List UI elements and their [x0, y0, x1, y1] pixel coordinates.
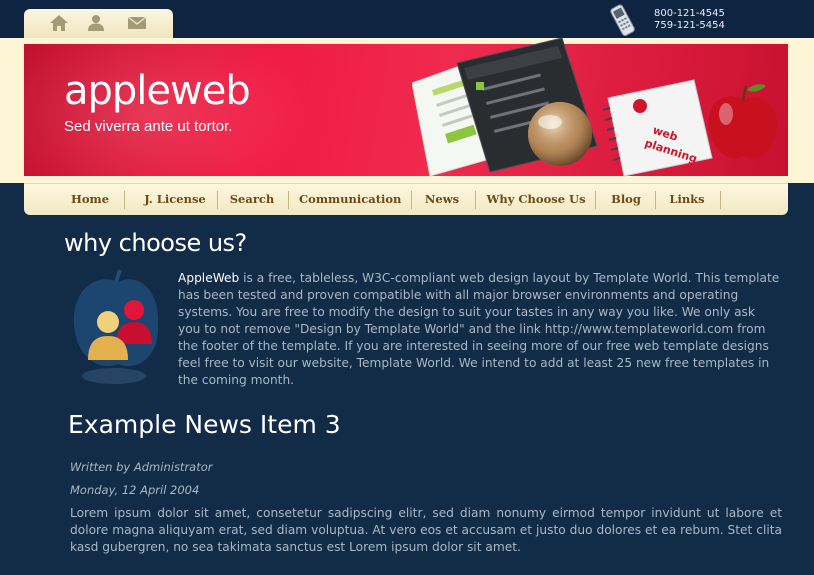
news-title[interactable]: Example News Item 3: [68, 410, 341, 439]
quick-icons-tab: [24, 9, 173, 38]
site-tagline: Sed viverra ante ut tortor.: [64, 118, 233, 135]
nav-divider: [411, 191, 412, 209]
nav-divider: [475, 191, 476, 209]
planning-notebook: web planning: [602, 79, 713, 177]
nav-news[interactable]: News: [420, 184, 464, 215]
nav-divider: [655, 191, 656, 209]
nav-divider: [720, 191, 721, 209]
site-logo[interactable]: appleweb: [64, 68, 251, 114]
main-nav: Home J. License Search Communication New…: [24, 183, 788, 215]
phone-number-1: 800-121-4545: [654, 8, 725, 19]
section-title: why choose us?: [64, 229, 247, 257]
users-apple-icon: [73, 269, 159, 384]
nav-communication[interactable]: Communication: [299, 184, 401, 215]
banner-illustration: web planning: [412, 38, 778, 177]
news-body: Lorem ipsum dolor sit amet, consetetur s…: [70, 506, 782, 554]
intro-paragraph: AppleWeb is a free, tableless, W3C-compl…: [178, 270, 780, 389]
mail-icon[interactable]: [126, 13, 148, 33]
nav-divider: [124, 191, 125, 209]
news-author: Written by Administrator: [70, 460, 213, 474]
nav-blog[interactable]: Blog: [604, 184, 648, 215]
intro-text: is a free, tableless, W3C-compliant web …: [178, 271, 780, 387]
mobile-phone-icon: [610, 4, 635, 36]
user-icon[interactable]: [85, 13, 107, 33]
nav-license[interactable]: J. License: [133, 184, 217, 215]
nav-divider: [288, 191, 289, 209]
phone-number-2: 759-121-5454: [654, 20, 725, 31]
glass-globe: [528, 102, 592, 166]
news-date: Monday, 12 April 2004: [70, 483, 200, 497]
nav-home[interactable]: Home: [64, 184, 116, 215]
home-icon[interactable]: [48, 13, 70, 33]
nav-why-choose-us[interactable]: Why Choose Us: [486, 184, 586, 215]
intro-brand: AppleWeb: [178, 271, 240, 285]
nav-links[interactable]: Links: [664, 184, 710, 215]
red-apple: [708, 84, 778, 159]
phone-numbers: 800-121-4545 759-121-5454: [654, 8, 725, 32]
nav-divider: [595, 191, 596, 209]
nav-search[interactable]: Search: [226, 184, 278, 215]
nav-divider: [217, 191, 218, 209]
